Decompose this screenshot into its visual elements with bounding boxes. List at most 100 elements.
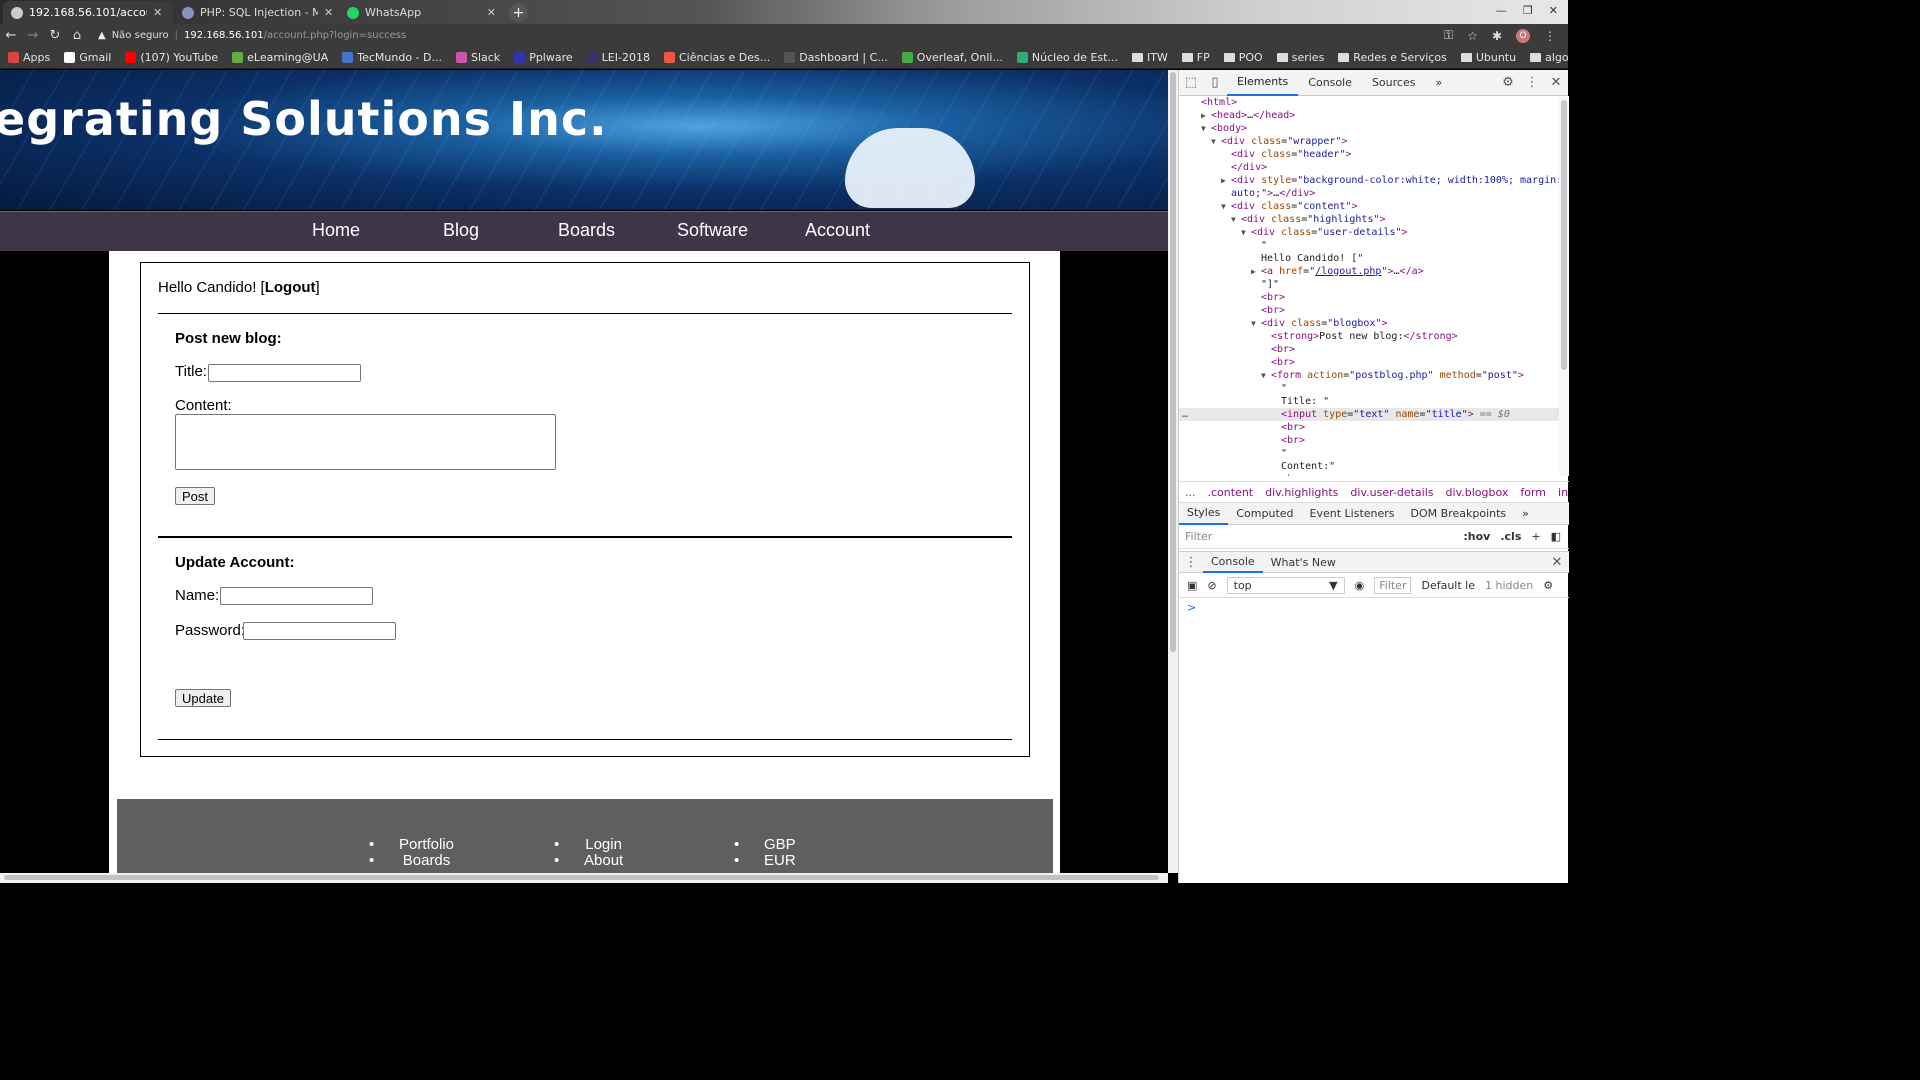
dom-node[interactable]: <br>	[1179, 434, 1559, 447]
tab-elements[interactable]: Elements	[1227, 70, 1299, 96]
tab-dom-breakpoints[interactable]: DOM Breakpoints	[1403, 503, 1515, 525]
close-tab-icon[interactable]: ✕	[153, 6, 162, 19]
more-tabs-icon[interactable]: »	[1425, 70, 1452, 96]
post-button[interactable]: Post	[175, 487, 216, 505]
dom-node[interactable]: Content:"	[1179, 460, 1559, 473]
browser-tab[interactable]: WhatsApp ✕	[339, 1, 504, 24]
expand-arrow-icon[interactable]: ▼	[1201, 122, 1211, 135]
bookmark-item[interactable]: Overleaf, Onli...	[901, 51, 1003, 64]
home-icon[interactable]: ⌂	[66, 28, 88, 43]
bookmark-item[interactable]: series	[1276, 51, 1324, 64]
bookmark-item[interactable]: algoritmos	[1530, 51, 1568, 64]
close-tab-icon[interactable]: ✕	[324, 6, 333, 19]
close-devtools-icon[interactable]: ✕	[1544, 75, 1568, 90]
device-toolbar-icon[interactable]: ▯	[1203, 75, 1227, 90]
hov-toggle[interactable]: :hov	[1463, 530, 1490, 543]
console-prompt[interactable]: >	[1187, 601, 1196, 614]
dom-node[interactable]: ▼ <div class="highlights">	[1179, 213, 1559, 226]
breadcrumb-item[interactable]: div.highlights	[1265, 486, 1338, 499]
add-rule-icon[interactable]: +	[1531, 530, 1540, 543]
console-filter-input[interactable]: Filter	[1374, 576, 1412, 594]
dom-node[interactable]: <html>	[1179, 96, 1559, 109]
dom-node[interactable]: "	[1179, 382, 1559, 395]
tab-computed[interactable]: Computed	[1228, 503, 1301, 525]
elements-scrollbar[interactable]	[1559, 96, 1569, 476]
title-input[interactable]	[208, 364, 361, 382]
expand-arrow-icon[interactable]: ▼	[1261, 369, 1271, 382]
dom-node[interactable]: <br>	[1179, 356, 1559, 369]
clear-console-icon[interactable]: ⊘	[1207, 579, 1216, 592]
dom-node[interactable]: Hello Candido! ["	[1179, 252, 1559, 265]
sidebar-icon[interactable]: ▣	[1187, 579, 1197, 592]
inspect-icon[interactable]: ⬚	[1179, 75, 1203, 90]
logout-link[interactable]: Logout	[265, 279, 316, 296]
back-icon[interactable]: ←	[0, 28, 22, 43]
bookmark-item[interactable]: eLearning@UA	[232, 51, 328, 64]
browser-tab[interactable]: 192.168.56.101/account.p ✕	[3, 1, 173, 24]
footer-link-boards[interactable]: Boards	[369, 853, 454, 870]
settings-icon[interactable]: ⚙	[1496, 75, 1520, 90]
expand-arrow-icon[interactable]: ▼	[1221, 200, 1231, 213]
dom-node[interactable]: "	[1179, 239, 1559, 252]
new-tab-button[interactable]: +	[509, 3, 528, 22]
breadcrumb-item[interactable]: input	[1558, 486, 1569, 499]
dom-node[interactable]: ▼ <div class="content">	[1179, 200, 1559, 213]
password-input[interactable]	[243, 622, 396, 640]
breadcrumb-item[interactable]: form	[1520, 486, 1546, 499]
breadcrumb-item[interactable]: ...	[1185, 486, 1196, 499]
bookmark-item[interactable]: (107) YouTube	[125, 51, 218, 64]
expand-arrow-icon[interactable]: ▶	[1221, 174, 1231, 187]
reload-icon[interactable]: ↻	[44, 28, 66, 43]
bookmark-item[interactable]: Pplware	[514, 51, 573, 64]
tab-sources[interactable]: Sources	[1362, 70, 1426, 96]
footer-link-login[interactable]: Login	[554, 837, 623, 854]
breadcrumb-item[interactable]: div.user-details	[1350, 486, 1433, 499]
dom-node[interactable]: </div>	[1179, 161, 1559, 174]
update-button[interactable]: Update	[175, 689, 231, 707]
forward-icon[interactable]: →	[22, 28, 44, 43]
expand-arrow-icon[interactable]: ▶	[1251, 265, 1261, 278]
bookmark-item[interactable]: Dashboard | C...	[784, 51, 888, 64]
page-horizontal-scrollbar[interactable]	[0, 873, 1168, 883]
footer-link-eur[interactable]: EUR	[734, 853, 796, 870]
extensions-icon[interactable]: ✱	[1492, 29, 1502, 43]
dom-node[interactable]: … <input type="text" name="title"> == $0	[1179, 408, 1559, 421]
drawer-tab-whats-new[interactable]: What's New	[1263, 551, 1344, 573]
bookmark-item[interactable]: Slack	[455, 51, 500, 64]
tab-console[interactable]: Console	[1298, 70, 1362, 96]
dom-node[interactable]: auto;">…</div>	[1179, 187, 1559, 200]
more-subtabs-icon[interactable]: »	[1514, 503, 1537, 525]
bookmark-item[interactable]: Redes e Serviços	[1338, 51, 1447, 64]
bookmark-item[interactable]: ITW	[1131, 51, 1168, 64]
kebab-menu-icon[interactable]: ⋮	[1520, 75, 1544, 90]
nav-blog[interactable]: Blog	[443, 220, 479, 241]
dom-node[interactable]: ▼ <div class="user-details">	[1179, 226, 1559, 239]
star-icon[interactable]: ☆	[1467, 29, 1478, 43]
breadcrumb-item[interactable]: div.blogbox	[1446, 486, 1509, 499]
url-field[interactable]: ▲ Não seguro | 192.168.56.101/account.ph…	[98, 30, 406, 41]
expand-arrow-icon[interactable]: ▼	[1231, 213, 1241, 226]
dom-node[interactable]: ▼ <div class="wrapper">	[1179, 135, 1559, 148]
cls-toggle[interactable]: .cls	[1500, 530, 1521, 543]
expand-arrow-icon[interactable]: ▼	[1251, 317, 1261, 330]
footer-link-gbp[interactable]: GBP	[734, 837, 795, 854]
close-drawer-icon[interactable]: ✕	[1545, 555, 1569, 570]
bookmark-item[interactable]: Apps	[8, 51, 50, 64]
restore-icon[interactable]: ❐	[1523, 4, 1533, 17]
content-textarea[interactable]	[175, 414, 556, 470]
breadcrumb-item[interactable]: .content	[1208, 486, 1254, 499]
bookmark-item[interactable]: TecMundo - D...	[342, 51, 442, 64]
eye-icon[interactable]: ◉	[1355, 579, 1365, 592]
nav-account[interactable]: Account	[805, 220, 870, 241]
bookmark-item[interactable]: FP	[1181, 51, 1210, 64]
dom-node[interactable]: <br>	[1179, 343, 1559, 356]
log-levels-select[interactable]: Default le	[1421, 579, 1475, 592]
bookmark-item[interactable]: POO	[1223, 51, 1263, 64]
drawer-tab-console[interactable]: Console	[1203, 551, 1263, 573]
close-window-icon[interactable]: ✕	[1549, 4, 1558, 17]
styles-filter-input[interactable]: Filter	[1185, 530, 1212, 543]
bookmark-item[interactable]: Gmail	[64, 51, 111, 64]
dom-node[interactable]: ▼ <body>	[1179, 122, 1559, 135]
dom-node[interactable]: <br>	[1179, 291, 1559, 304]
tab-styles[interactable]: Styles	[1179, 503, 1229, 525]
